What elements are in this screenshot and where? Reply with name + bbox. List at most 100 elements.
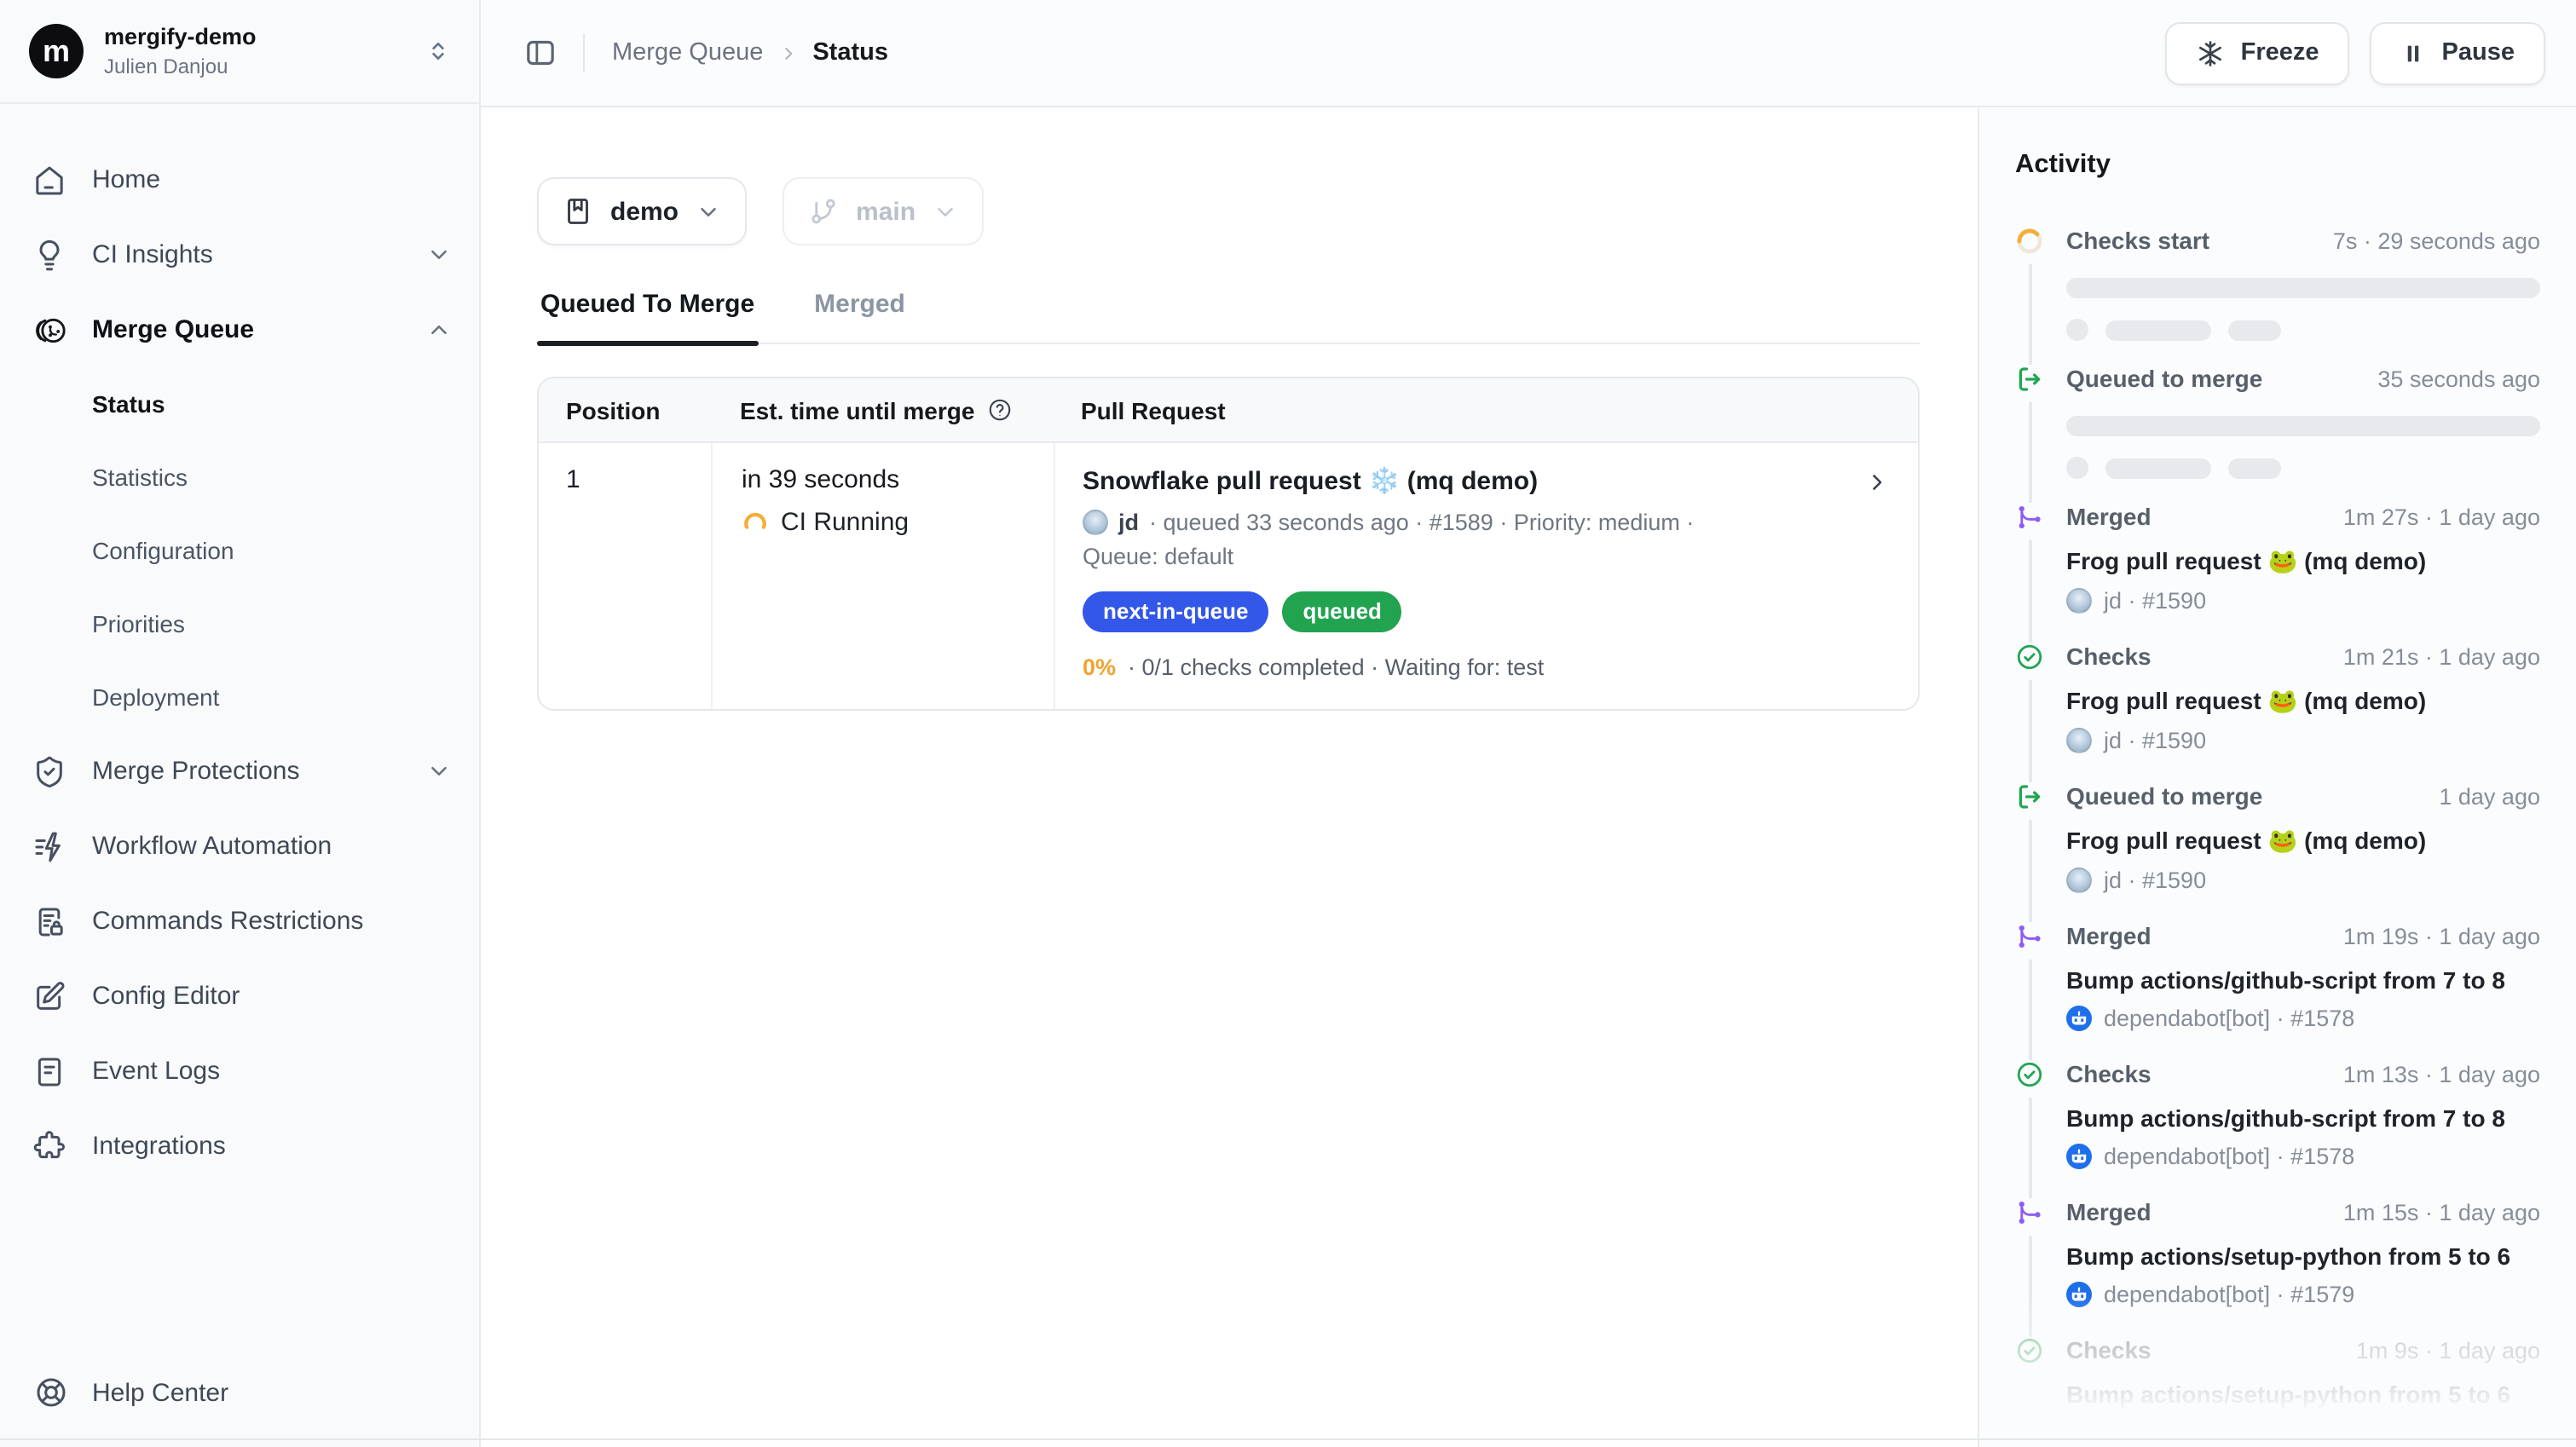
chevron-up-icon (426, 318, 452, 343)
dependabot-icon (2066, 1144, 2092, 1169)
row-position: 1 (539, 443, 711, 709)
activity-item-checks[interactable]: Checks1m 13s · 1 day ago Bump actions/gi… (2015, 1060, 2540, 1198)
sidebar-item-commands-restrictions[interactable]: Commands Restrictions (32, 898, 452, 946)
sidebar-subitem-status[interactable]: Status (32, 382, 452, 426)
sidebar-subitem-statistics[interactable]: Statistics (32, 455, 452, 499)
queued-to-merge-icon (2015, 782, 2044, 811)
column-position: Position (539, 396, 711, 424)
chevron-down-icon (426, 243, 452, 268)
activity-item-checks-start[interactable]: Checks start7s · 29 seconds ago (2015, 227, 2540, 365)
snowflake-icon (2197, 38, 2226, 67)
puzzle-icon (32, 1130, 66, 1164)
freeze-button[interactable]: Freeze (2166, 21, 2350, 84)
repo-book-icon (563, 196, 593, 227)
workflow-bolt-icon (32, 830, 66, 864)
mergify-logo: m (29, 25, 84, 79)
column-pull-request: Pull Request (1054, 396, 1918, 424)
tab-merged[interactable]: Merged (811, 290, 909, 343)
pr-meta-text: · queued 33 seconds ago · #1589 · Priori… (1149, 510, 1694, 535)
breadcrumb-merge-queue[interactable]: Merge Queue (612, 39, 763, 66)
badge-next-in-queue: next-in-queue (1083, 591, 1268, 632)
sidebar-toggle-button[interactable] (517, 29, 564, 77)
breadcrumb: Merge Queue Status (612, 39, 888, 66)
queue-row[interactable]: 1 in 39 seconds CI Running Snowflake pul… (539, 443, 1918, 709)
sidebar-subitem-priorities[interactable]: Priorities (32, 602, 452, 646)
sidebar-item-merge-protections[interactable]: Merge Protections (32, 748, 452, 796)
activity-panel: Activity Checks start7s · 29 seconds ago (1978, 107, 2576, 1447)
row-eta: in 39 seconds (742, 465, 1025, 494)
repository-select[interactable]: demo (537, 177, 747, 245)
pr-queue: Queue: default (1083, 544, 1891, 569)
pause-icon (2401, 40, 2427, 66)
tab-queued-to-merge[interactable]: Queued To Merge (537, 290, 758, 343)
help-circle-icon[interactable] (986, 397, 1012, 423)
edit-square-icon (32, 980, 66, 1014)
queued-to-merge-icon (2015, 365, 2044, 394)
sidebar-nav: Home CI Insights Merge Queue Status Stat… (0, 104, 479, 1447)
sidebar-item-event-logs[interactable]: Event Logs (32, 1048, 452, 1096)
org-switcher[interactable]: m mergify-demo Julien Danjou (0, 0, 479, 102)
sidebar: m mergify-demo Julien Danjou Home CI Ins… (0, 0, 481, 1447)
sidebar-item-home[interactable]: Home (32, 157, 452, 205)
skeleton-bar (2105, 458, 2211, 478)
branch-select[interactable]: main (783, 177, 984, 245)
sidebar-item-config-editor[interactable]: Config Editor (32, 973, 452, 1021)
avatar-jd (2066, 588, 2092, 614)
lightbulb-icon (32, 239, 66, 273)
skeleton-dot (2066, 319, 2088, 341)
activity-item-merged[interactable]: Merged1m 27s · 1 day ago Frog pull reque… (2015, 503, 2540, 643)
pr-author: jd (1118, 510, 1139, 535)
activity-item-queued[interactable]: Queued to merge35 seconds ago (2015, 365, 2540, 503)
activity-item-checks[interactable]: Checks1m 21s · 1 day ago Frog pull reque… (2015, 643, 2540, 782)
badge-queued: queued (1282, 591, 1401, 632)
avatar-jd (2066, 728, 2092, 753)
dependabot-icon (2066, 1282, 2092, 1307)
pr-title: Snowflake pull request ❄️ (mq demo) (1083, 465, 1891, 496)
ci-running-spinner-icon (742, 509, 769, 536)
header-divider (583, 34, 585, 72)
home-icon (32, 164, 66, 198)
avatar-jd (2066, 868, 2092, 893)
pause-button[interactable]: Pause (2371, 21, 2545, 84)
git-merge-icon (2015, 922, 2044, 951)
avatar-jd (1083, 510, 1108, 535)
table-header: Position Est. time until merge Pull Requ… (539, 378, 1918, 443)
skeleton-bar (2228, 320, 2281, 340)
chevron-down-icon (426, 759, 452, 785)
chevrons-up-down-icon (425, 38, 452, 66)
activity-item-merged[interactable]: Merged1m 19s · 1 day ago Bump actions/gi… (2015, 922, 2540, 1060)
file-text-icon (32, 1055, 66, 1089)
help-center-link[interactable]: Help Center (34, 1375, 228, 1410)
skeleton-bar (2228, 458, 2281, 478)
merge-queue-icon (32, 314, 66, 348)
sidebar-item-workflow-automation[interactable]: Workflow Automation (32, 823, 452, 871)
skeleton-bar (2066, 416, 2540, 436)
chevron-down-icon (696, 199, 721, 224)
git-merge-icon (2015, 1198, 2044, 1227)
chevron-right-icon (778, 43, 797, 62)
queue-tabs: Queued To Merge Merged (537, 290, 1920, 344)
git-merge-icon (2015, 503, 2044, 532)
activity-item-checks[interactable]: Checks1m 9s · 1 day ago Bump actions/set… (2015, 1336, 2540, 1447)
activity-item-merged[interactable]: Merged1m 15s · 1 day ago Bump actions/se… (2015, 1198, 2540, 1336)
activity-item-queued[interactable]: Queued to merge1 day ago Frog pull reque… (2015, 782, 2540, 922)
git-branch-icon (808, 196, 839, 227)
sidebar-item-integrations[interactable]: Integrations (32, 1123, 452, 1171)
sidebar-item-merge-queue[interactable]: Merge Queue (32, 307, 452, 355)
sidebar-item-ci-insights[interactable]: CI Insights (32, 232, 452, 280)
check-circle-icon (2015, 643, 2044, 672)
app-root: m mergify-demo Julien Danjou Home CI Ins… (0, 0, 2576, 1447)
life-buoy-icon (34, 1375, 68, 1410)
main-content: demo main Queued To Merge Merged Po (481, 107, 1978, 1447)
checks-text: · 0/1 checks completed · Waiting for: te… (1128, 654, 1544, 680)
skeleton-dot (2066, 457, 2088, 479)
sidebar-subitem-deployment[interactable]: Deployment (32, 675, 452, 719)
row-chevron-right-icon[interactable] (1865, 470, 1889, 494)
in-progress-spinner-icon (2015, 227, 2044, 256)
org-name: mergify-demo (104, 24, 257, 53)
chevron-down-icon (933, 199, 958, 224)
shield-check-icon (32, 755, 66, 789)
column-est-time: Est. time until merge (740, 396, 974, 424)
sidebar-subitem-configuration[interactable]: Configuration (32, 528, 452, 573)
check-circle-icon (2015, 1336, 2044, 1365)
